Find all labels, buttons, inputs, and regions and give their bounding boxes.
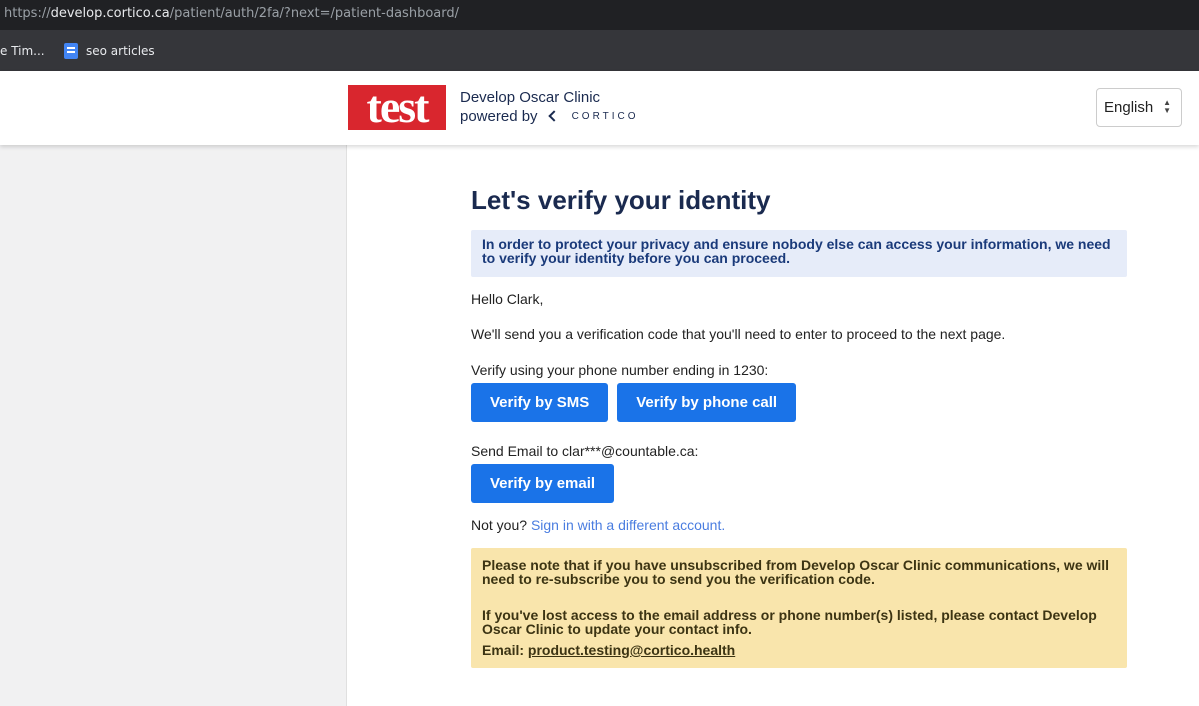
bookmark-label: seo articles bbox=[86, 43, 155, 58]
email-buttons: Verify by email bbox=[471, 464, 1127, 503]
url-path: /patient/auth/2fa/?next=/patient-dashboa… bbox=[169, 6, 459, 21]
site-header: test Develop Oscar Clinic powered by COR… bbox=[0, 71, 1199, 145]
google-doc-icon bbox=[64, 42, 78, 59]
clinic-logo[interactable]: test bbox=[348, 84, 446, 130]
bookmark-item[interactable]: e Tim... bbox=[0, 37, 50, 65]
warning-box: Please note that if you have unsubscribe… bbox=[471, 548, 1127, 668]
url-host: develop.cortico.ca bbox=[50, 6, 170, 21]
warning-unsubscribed: Please note that if you have unsubscribe… bbox=[482, 557, 1110, 587]
not-you-line: Not you? Sign in with a different accoun… bbox=[471, 517, 1127, 533]
send-code-text: We'll send you a verification code that … bbox=[471, 326, 1006, 342]
phone-prompt: Verify using your phone number ending in… bbox=[471, 362, 769, 378]
bookmark-seo-articles[interactable]: seo articles bbox=[56, 37, 163, 65]
verify-sms-button[interactable]: Verify by SMS bbox=[471, 383, 609, 422]
not-you-label: Not you? bbox=[471, 517, 528, 533]
bookmark-label: e Tim... bbox=[0, 43, 45, 58]
verify-call-button[interactable]: Verify by phone call bbox=[617, 383, 797, 422]
verify-identity-content: Let's verify your identity In order to p… bbox=[471, 185, 1127, 668]
address-bar[interactable]: https://develop.cortico.ca/patient/auth/… bbox=[0, 0, 1199, 30]
powered-by-label: powered by bbox=[460, 108, 538, 125]
page-title: Let's verify your identity bbox=[471, 185, 771, 215]
sidebar bbox=[0, 145, 347, 706]
language-select[interactable]: English ▲ ▼ bbox=[1096, 88, 1182, 127]
verify-email-button[interactable]: Verify by email bbox=[471, 464, 615, 503]
select-arrows-icon: ▲ ▼ bbox=[1163, 98, 1171, 115]
url-scheme: https:// bbox=[4, 6, 51, 21]
cortico-logo-icon bbox=[548, 110, 564, 124]
email-prompt: Send Email to clar***@countable.ca: bbox=[471, 443, 699, 459]
contact-email-label: Email: bbox=[482, 642, 525, 658]
warning-lost-access: If you've lost access to the email addre… bbox=[482, 607, 1097, 637]
greeting: Hello Clark, bbox=[471, 291, 544, 307]
language-value: English bbox=[1104, 99, 1154, 116]
clinic-name: Develop Oscar Clinic bbox=[460, 89, 601, 106]
privacy-info-box: In order to protect your privacy and ens… bbox=[471, 230, 1127, 277]
powered-by: powered by CORTICO bbox=[460, 108, 639, 125]
cortico-wordmark: CORTICO bbox=[571, 111, 639, 122]
phone-buttons: Verify by SMS Verify by phone call bbox=[471, 383, 1127, 422]
bookmarks-bar: e Tim... seo articles bbox=[0, 30, 1199, 71]
contact-email-link[interactable]: product.testing@cortico.health bbox=[528, 642, 735, 658]
sign-in-different-account-link[interactable]: Sign in with a different account. bbox=[531, 517, 725, 533]
contact-email-line: Email: product.testing@cortico.health bbox=[482, 643, 1116, 657]
